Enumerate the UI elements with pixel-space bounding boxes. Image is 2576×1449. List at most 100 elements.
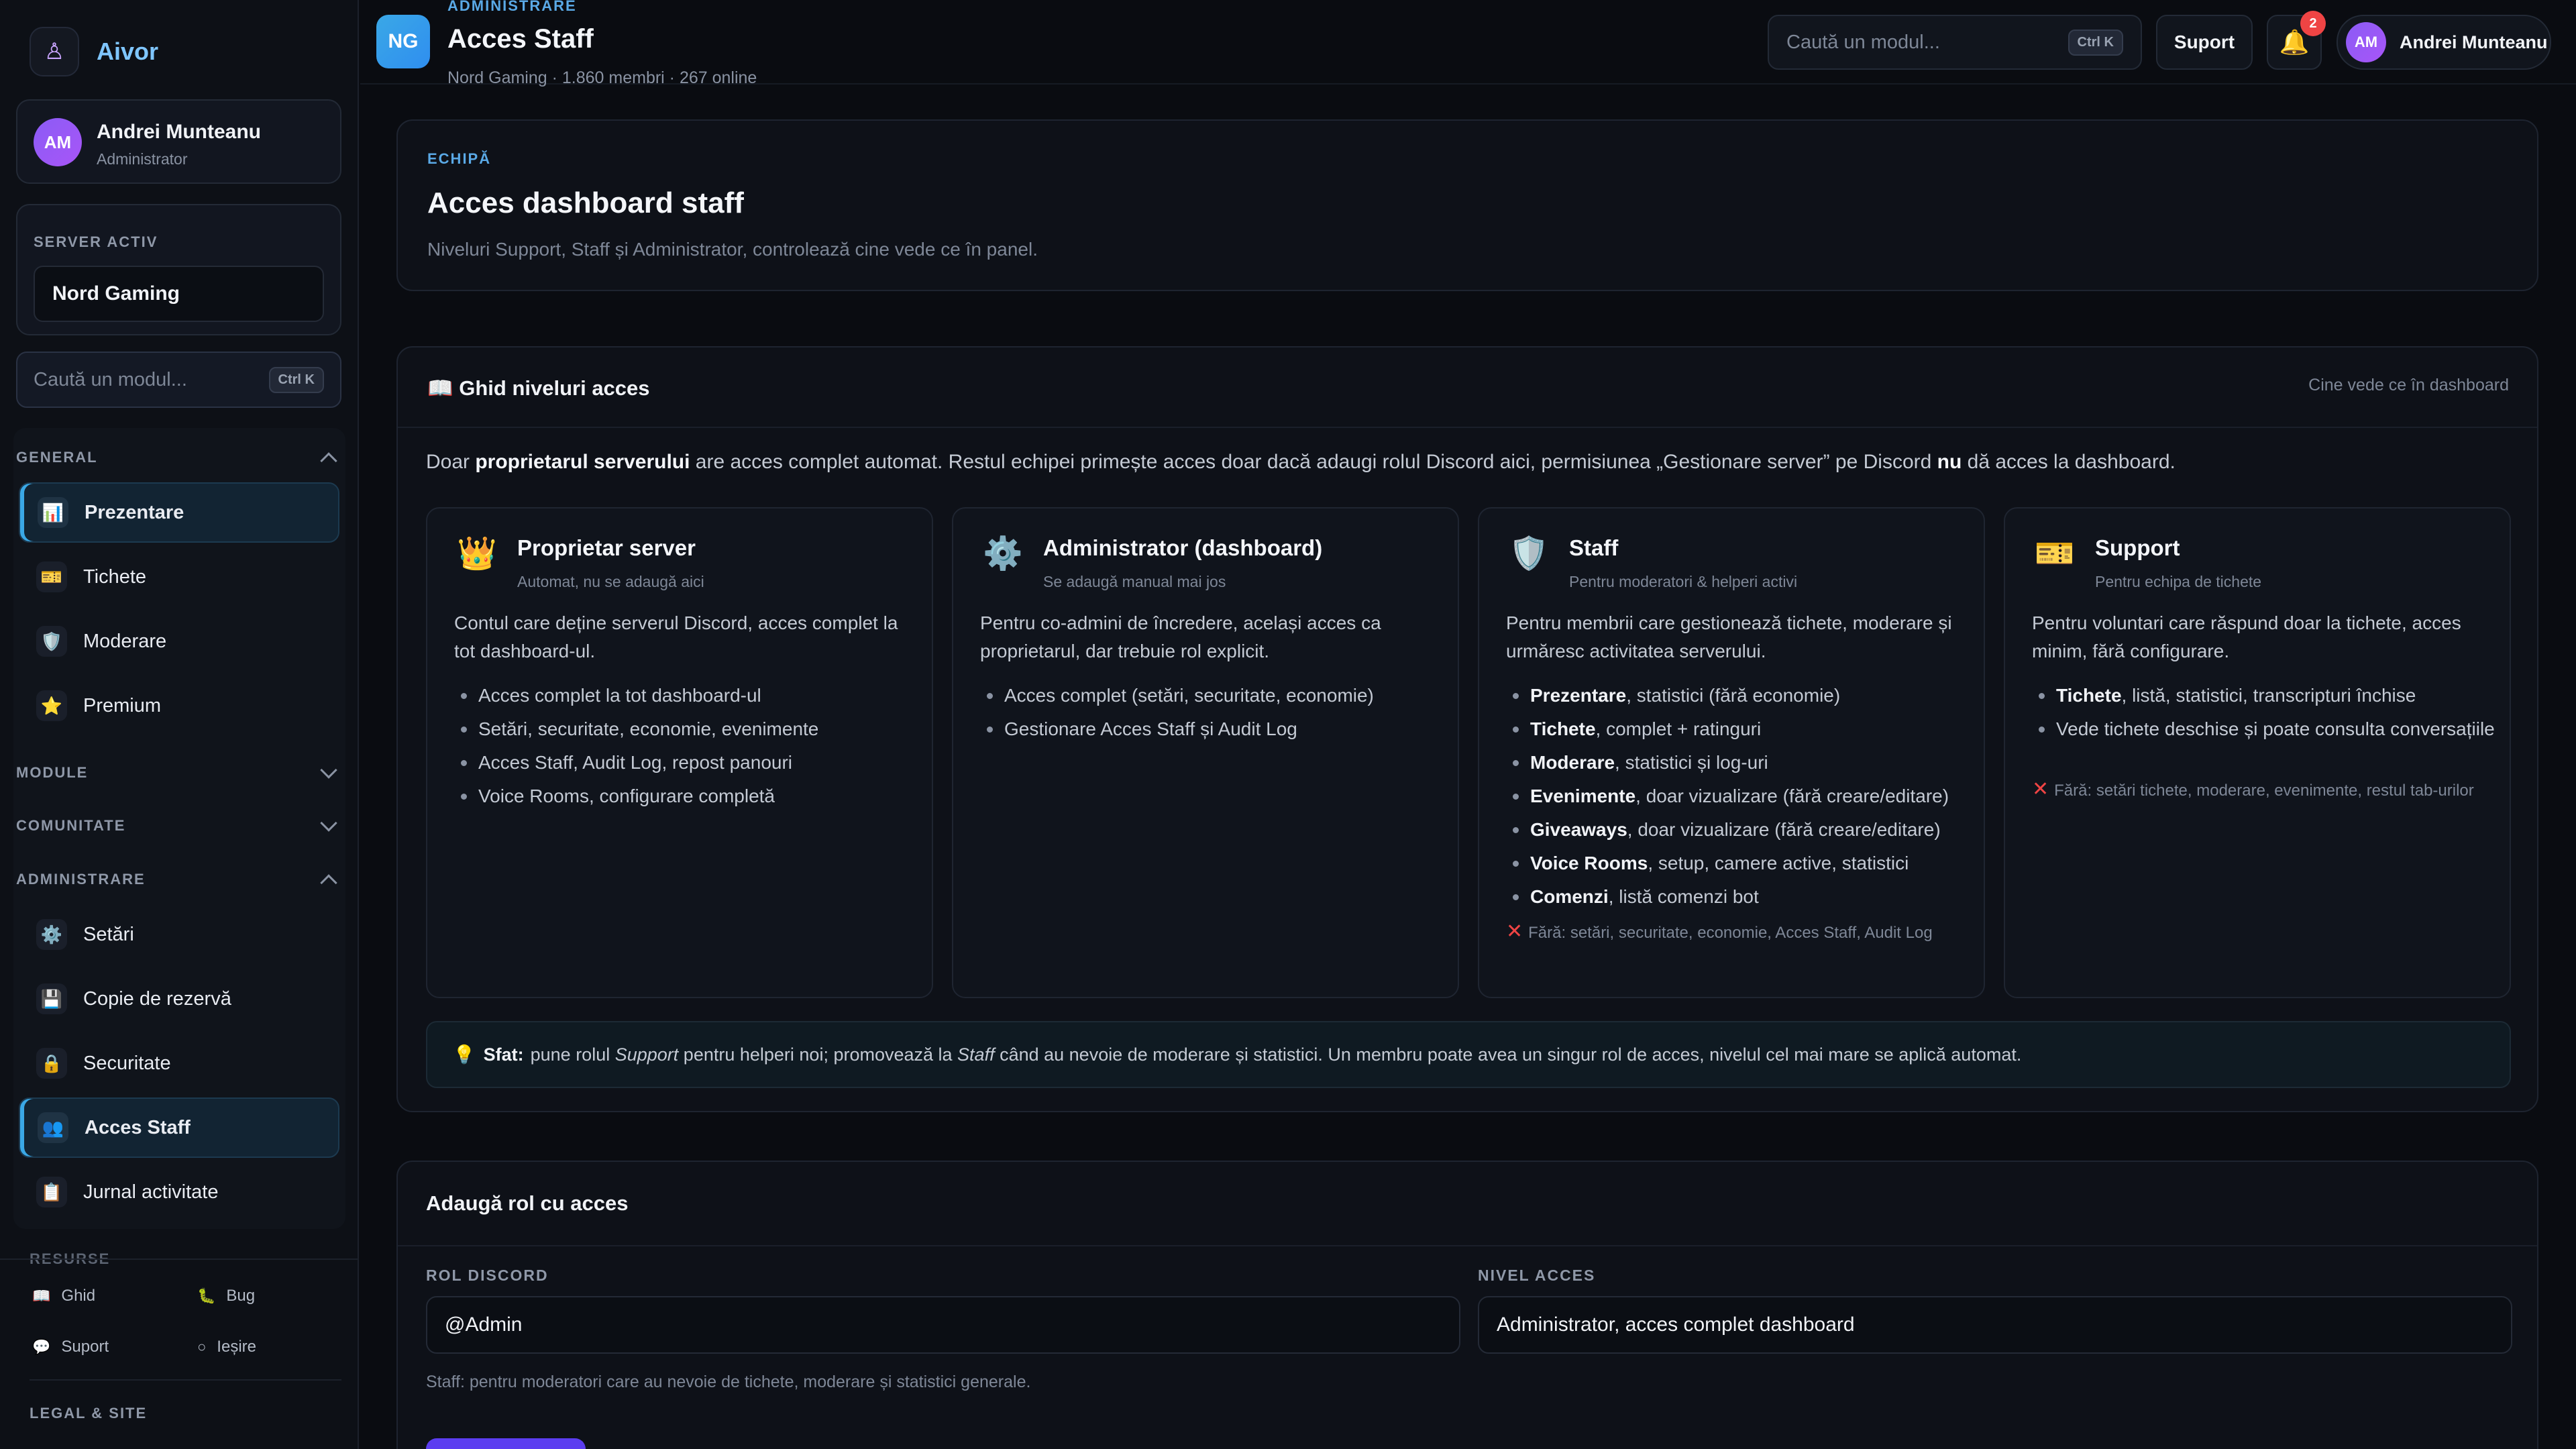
level-description: Pentru voluntari care răspund doar la ti… xyxy=(2032,612,2461,661)
intro-panel: ECHIPĂ Acces dashboard staff Niveluri Su… xyxy=(396,119,2538,291)
level-subtitle: Se adaugă manual mai jos xyxy=(1043,573,1226,590)
bug-icon: 🐛 xyxy=(197,1287,216,1304)
divider xyxy=(0,1258,358,1260)
book-icon: 📖 xyxy=(32,1287,51,1304)
crown-icon: 👑 xyxy=(457,536,497,572)
sidebar-item-backup[interactable]: 💾 Copie de rezervă xyxy=(19,969,339,1029)
guide-title: 📖 Ghid niveluri acces xyxy=(427,376,650,400)
user-menu[interactable]: AM Andrei Munteanu xyxy=(2337,15,2551,70)
clipboard-icon: 📋 xyxy=(36,1177,67,1208)
level-card-admin: ⚙️ Administrator (dashboard) Se adaugă m… xyxy=(952,507,1459,998)
support-button[interactable]: Suport xyxy=(2156,15,2253,70)
access-level-select[interactable]: Administrator, acces complet dashboard xyxy=(1478,1296,2512,1354)
resource-label: Suport xyxy=(61,1338,109,1356)
avatar: AM xyxy=(2346,22,2386,62)
section-label: COMUNITATE xyxy=(16,817,126,834)
sidebar-item-securitate[interactable]: 🔒 Securitate xyxy=(19,1033,339,1093)
divider xyxy=(30,1379,341,1381)
lead-text: dă acces la dashboard. xyxy=(1962,451,2176,473)
list-item: Voice Rooms, configurare completă xyxy=(454,782,917,810)
section-description: Niveluri Support, Staff și Administrator… xyxy=(427,239,1038,260)
sidebar-item-setari[interactable]: ⚙️ Setări xyxy=(19,904,339,965)
level-excluded: ✕ Fără: setări, securitate, economie, Acc… xyxy=(1506,919,1969,946)
sidebar-item-premium[interactable]: ⭐ Premium xyxy=(19,676,339,736)
list-item: Setări, securitate, economie, evenimente xyxy=(454,715,917,743)
gear-icon: ⚙️ xyxy=(983,536,1023,572)
sidebar-item-prezentare[interactable]: 📊 Prezentare xyxy=(19,482,339,543)
section-module[interactable]: MODULE xyxy=(16,761,337,782)
notifications-button[interactable]: 🔔 2 xyxy=(2267,11,2326,70)
lightbulb-icon: 💡 xyxy=(453,1044,476,1065)
shortcut-badge: Ctrl K xyxy=(268,366,324,393)
level-description: Contul care deține serverul Discord, acc… xyxy=(454,612,898,661)
level-permissions: Tichete, listă, statistici, transcriptur… xyxy=(2032,682,2495,749)
excluded-text: Fără: setări tichete, moderare, evenimen… xyxy=(2054,782,2474,800)
level-permissions: Prezentare, statistici (fără economie) T… xyxy=(1506,682,1969,916)
cross-icon: ✕ xyxy=(1506,920,1523,943)
section-eyebrow: ECHIPĂ xyxy=(427,150,492,167)
section-administrare[interactable]: ADMINISTRARE xyxy=(16,870,337,892)
cross-icon: ✕ xyxy=(2032,778,2049,800)
section-comunitate[interactable]: COMUNITATE xyxy=(16,814,337,835)
server-label: SERVER ACTIV xyxy=(34,233,158,250)
user-card[interactable]: AM Andrei Munteanu Administrator xyxy=(16,99,341,184)
resource-bug[interactable]: 🐛 Bug xyxy=(197,1287,255,1305)
level-title: Support xyxy=(2095,535,2180,560)
ticket-icon: 🎫 xyxy=(36,561,67,592)
brand-name: Aivor xyxy=(97,38,159,65)
chevron-down-icon xyxy=(320,761,337,779)
list-item: Vede tichete deschise și poate consulta … xyxy=(2032,715,2495,743)
section-label: GENERAL xyxy=(16,449,98,466)
tip-banner: 💡 Sfat: pune rolul Support pentru helper… xyxy=(426,1021,2511,1088)
sidebar-search-input[interactable]: Caută un modul... Ctrl K xyxy=(16,352,341,408)
book-icon: 📖 xyxy=(427,376,453,400)
tip-text: pune rolul Support pentru helperi noi; p… xyxy=(530,1044,2022,1065)
resource-suport[interactable]: 💬 Suport xyxy=(32,1338,109,1356)
user-role: Administrator xyxy=(97,150,188,168)
section-general[interactable]: GENERAL xyxy=(16,448,337,470)
sidebar-item-acces-staff[interactable]: 👥 Acces Staff xyxy=(19,1097,339,1158)
list-item: Moderare, statistici și log-uri xyxy=(1506,749,1969,777)
chat-icon: 💬 xyxy=(32,1338,51,1355)
search-input[interactable]: Caută un modul... Ctrl K xyxy=(1768,15,2142,70)
sidebar-item-label: Premium xyxy=(83,694,162,716)
sidebar-item-label: Acces Staff xyxy=(85,1116,191,1138)
access-guide-panel: 📖 Ghid niveluri acces Cine vede ce în da… xyxy=(396,346,2538,1112)
search-placeholder: Caută un modul... xyxy=(1786,31,1940,53)
resource-iesire[interactable]: ○ Ieșire xyxy=(197,1338,256,1356)
tip-label: Sfat: xyxy=(483,1044,524,1065)
list-item: Voice Rooms, setup, camere active, stati… xyxy=(1506,849,1969,877)
discord-role-select[interactable]: @Admin xyxy=(426,1296,1460,1354)
section-legal[interactable]: LEGAL & SITE xyxy=(30,1405,147,1422)
section-label: ADMINISTRARE xyxy=(16,871,146,888)
server-selector[interactable]: Nord Gaming xyxy=(34,266,324,322)
shield-icon: 🛡️ xyxy=(36,626,67,657)
page-subtitle: Nord Gaming · 1.860 membri · 267 online xyxy=(447,68,757,87)
sidebar-item-label: Copie de rezervă xyxy=(83,987,231,1010)
level-description: Pentru membrii care gestionează tichete,… xyxy=(1506,612,1952,661)
sidebar-item-tichete[interactable]: 🎫 Tichete xyxy=(19,547,339,607)
sidebar-item-jurnal[interactable]: 📋 Jurnal activitate xyxy=(19,1162,339,1222)
guide-note: Cine vede ce în dashboard xyxy=(2308,376,2509,394)
brand[interactable]: ♙ Aivor xyxy=(30,27,158,76)
list-item: Acces complet la tot dashboard-ul xyxy=(454,682,917,710)
sidebar-item-label: Jurnal activitate xyxy=(83,1181,219,1203)
level-subtitle: Pentru echipa de tichete xyxy=(2095,573,2262,590)
list-item: Evenimente, doar vizualizare (fără crear… xyxy=(1506,782,1969,810)
level-subtitle: Pentru moderatori & helperi activi xyxy=(1569,573,1798,590)
search-placeholder: Caută un modul... xyxy=(34,368,187,390)
list-item: Giveaways, doar vizualizare (fără creare… xyxy=(1506,816,1969,844)
add-role-button[interactable] xyxy=(426,1438,586,1449)
chevron-down-icon xyxy=(320,814,337,832)
sidebar-item-label: Moderare xyxy=(83,630,167,652)
list-item: Prezentare, statistici (fără economie) xyxy=(1506,682,1969,710)
user-name: Andrei Munteanu xyxy=(97,121,261,143)
chevron-up-icon xyxy=(320,452,337,470)
lead-text: Doar xyxy=(426,451,476,473)
avatar: AM xyxy=(34,118,82,166)
sidebar-item-moderare[interactable]: 🛡️ Moderare xyxy=(19,611,339,672)
resource-ghid[interactable]: 📖 Ghid xyxy=(32,1287,95,1305)
lead-bold: proprietarul serverului xyxy=(475,451,690,473)
guide-lead: Doar proprietarul serverului are acces c… xyxy=(426,451,2506,474)
chart-icon: 📊 xyxy=(38,497,68,528)
